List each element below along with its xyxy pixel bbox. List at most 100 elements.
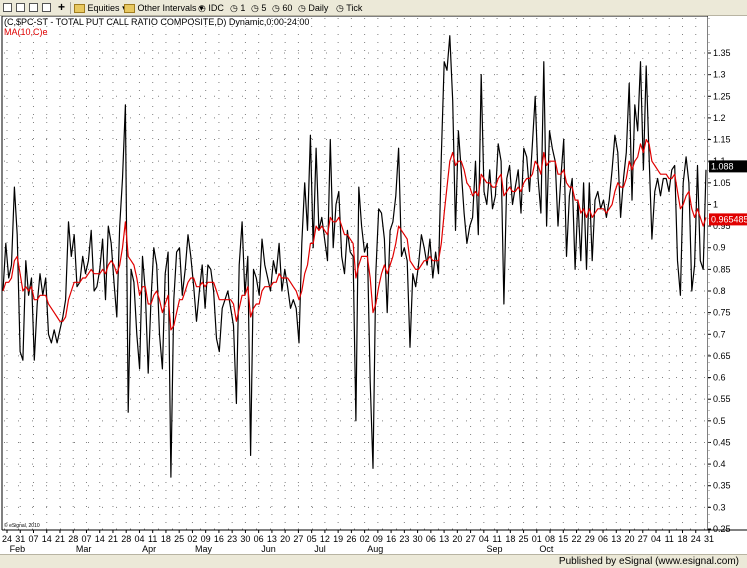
x-day-label: 08 [545, 534, 555, 544]
x-month-label: Jul [314, 544, 326, 554]
x-day-label: 06 [254, 534, 264, 544]
interval-1-label: 1 [240, 3, 246, 13]
x-day-label: 16 [386, 534, 396, 544]
add-icon[interactable]: + [58, 1, 65, 13]
y-tick-label: 0.65 [713, 351, 731, 361]
x-day-label: 30 [240, 534, 250, 544]
equities-menu[interactable]: Equities ▾ [74, 2, 127, 14]
y-tick-label: 0.75 [713, 308, 731, 318]
interval-idc-button[interactable]: ◷ IDC [198, 2, 224, 14]
x-day-label: 23 [227, 534, 237, 544]
y-tick-label: 0.7 [713, 329, 726, 339]
y-tick-label: 1.15 [713, 135, 731, 145]
x-day-label: 07 [81, 534, 91, 544]
x-day-label: 06 [598, 534, 608, 544]
x-day-label: 11 [148, 534, 157, 544]
watermark: © eSignal, 2010 [4, 522, 40, 529]
y-tick-label: 0.25 [713, 524, 731, 534]
interval-daily-label: Daily [308, 3, 329, 13]
interval-5-button[interactable]: ◷ 5 [251, 2, 266, 14]
x-day-label: 04 [134, 534, 144, 544]
x-day-label: 20 [625, 534, 635, 544]
x-day-label: 04 [651, 534, 661, 544]
x-day-label: 14 [95, 534, 105, 544]
x-day-label: 28 [121, 534, 131, 544]
y-tick-label: 1.05 [713, 178, 731, 188]
x-day-label: 13 [611, 534, 621, 544]
last-price-tag: 1.088 [711, 161, 734, 171]
x-day-label: 30 [413, 534, 423, 544]
x-month-label: Apr [142, 544, 156, 554]
clock-icon: ◷ [198, 3, 206, 13]
save-icon[interactable] [16, 3, 25, 12]
x-day-label: 25 [519, 534, 529, 544]
new-chart-icon[interactable] [3, 3, 12, 12]
y-tick-label: 0.8 [713, 286, 726, 296]
x-day-label: 12 [320, 534, 330, 544]
other-intervals-menu[interactable]: Other Intervals ▾ [124, 2, 204, 14]
x-day-label: 14 [42, 534, 52, 544]
folder-icon [124, 4, 135, 14]
y-tick-label: 1 [713, 199, 718, 209]
x-day-label: 18 [505, 534, 515, 544]
x-day-label: 21 [55, 534, 65, 544]
interval-idc-label: IDC [208, 3, 224, 13]
x-day-label: 11 [665, 534, 674, 544]
toolbar-divider [70, 2, 71, 14]
y-tick-label: 0.35 [713, 481, 731, 491]
interval-tick-button[interactable]: ◷ Tick [336, 2, 362, 14]
clock-icon: ◷ [336, 3, 344, 13]
x-day-label: 28 [68, 534, 78, 544]
interval-daily-button[interactable]: ◷ Daily [298, 2, 328, 14]
x-day-label: 06 [426, 534, 436, 544]
x-day-label: 19 [333, 534, 343, 544]
x-day-label: 05 [307, 534, 317, 544]
y-tick-label: 0.4 [713, 459, 726, 469]
y-tick-label: 0.3 [713, 502, 726, 512]
interval-1-button[interactable]: ◷ 1 [230, 2, 245, 14]
clock-icon: ◷ [298, 3, 306, 13]
x-day-label: 09 [373, 534, 383, 544]
toolbar: + Equities ▾ Other Intervals ▾ ◷ IDC ◷ 1… [0, 0, 747, 16]
x-day-label: 20 [280, 534, 290, 544]
status-bar: Published by eSignal (www.esignal.com) [0, 554, 747, 568]
x-month-label: Aug [367, 544, 383, 554]
published-by-label: Published by eSignal (www.esignal.com) [558, 556, 739, 567]
x-day-label: 24 [2, 534, 12, 544]
print-icon[interactable] [29, 3, 38, 12]
x-day-label: 18 [161, 534, 171, 544]
x-day-label: 01 [532, 534, 542, 544]
x-day-label: 16 [214, 534, 224, 544]
clock-icon: ◷ [251, 3, 259, 13]
x-day-label: 27 [466, 534, 476, 544]
y-tick-label: 0.85 [713, 264, 731, 274]
x-day-label: 20 [452, 534, 462, 544]
x-month-label: May [195, 544, 213, 554]
x-month-label: Oct [539, 544, 554, 554]
x-day-label: 09 [201, 534, 211, 544]
x-day-label: 27 [638, 534, 648, 544]
folder-icon [74, 4, 85, 14]
chart-canvas[interactable]: 0.25 0.3 0.35 0.4 0.45 0.5 0.55 0.6 0.65 0.7 0.75 0… [0, 16, 747, 554]
x-day-label: 18 [678, 534, 688, 544]
other-intervals-label: Other Intervals [137, 3, 197, 13]
y-tick-label: 0.45 [713, 437, 731, 447]
x-day-label: 07 [28, 534, 38, 544]
chart-title: (C,$PC-ST - TOTAL PUT CALL RATIO COMPOSI… [4, 17, 309, 27]
equities-label: Equities [87, 3, 120, 13]
x-month-label: Mar [76, 544, 92, 554]
x-day-label: 13 [439, 534, 449, 544]
interval-60-button[interactable]: ◷ 60 [272, 2, 292, 14]
clock-icon: ◷ [230, 3, 238, 13]
x-day-label: 25 [174, 534, 184, 544]
y-tick-label: 0.6 [713, 373, 726, 383]
x-day-label: 15 [558, 534, 568, 544]
x-day-label: 02 [360, 534, 370, 544]
x-day-label: 26 [346, 534, 356, 544]
x-day-label: 02 [187, 534, 197, 544]
x-month-label: Feb [10, 544, 26, 554]
clock-icon: ◷ [272, 3, 280, 13]
x-day-label: 22 [572, 534, 582, 544]
zoom-icon[interactable] [42, 3, 51, 12]
x-day-label: 23 [399, 534, 409, 544]
